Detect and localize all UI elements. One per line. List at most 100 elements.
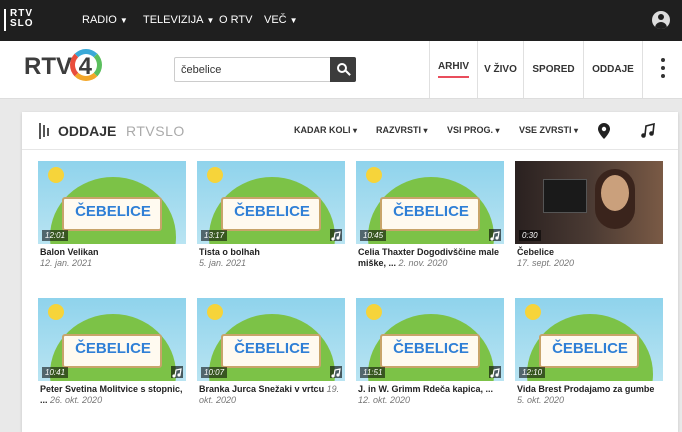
audio-badge-icon [171,366,183,378]
duration-label: 10:41 [42,367,69,378]
show-card[interactable]: ČEBELICE 10:41 Peter Svetina Molitvice s s… [38,298,186,418]
panel-subtitle: RTVSLO [126,123,185,139]
duration-label: 11:51 [360,367,386,378]
search-button[interactable] [330,57,356,82]
thumbnail-text: ČEBELICE [393,340,469,357]
rtv-mic-icon [39,123,49,139]
show-title-text: Branka Jurca Snežaki v vrtcu [199,384,325,394]
caret-down-icon: ▾ [353,126,358,135]
show-title[interactable]: Balon Velikan [40,247,186,258]
filter-label: RAZVRSTI [376,125,421,135]
audio-badge-icon [489,366,501,378]
show-thumbnail[interactable]: ČEBELICE 10:45 [356,161,504,244]
caret-down-icon: ▼ [119,15,128,25]
show-date: 5. jan. 2021 [199,258,247,268]
audio-badge-icon [330,229,342,241]
show-title[interactable]: Branka Jurca Snežaki v vrtcu 19. okt. 20… [199,384,345,406]
show-title-text: Tista o bolhah [199,247,260,257]
panel-title: ODDAJE [58,123,117,139]
filter-kadar-koli[interactable]: KADAR KOLI ▾ [294,125,357,135]
show-card[interactable]: ČEBELICE 12:10 Vida Brest Prodajamo za gum… [515,298,663,418]
filter-razvrsti[interactable]: RAZVRSTI ▾ [376,125,428,135]
show-thumbnail[interactable]: ČEBELICE 10:07 [197,298,345,381]
search-input[interactable] [181,58,331,81]
music-note-icon[interactable] [640,123,656,139]
thumbnail-text: ČEBELICE [75,203,151,220]
nav-oddaje[interactable]: ODDAJE [583,41,642,98]
thumbnail-text: ČEBELICE [234,203,310,220]
filter-vse-zvrsti[interactable]: VSE ZVRSTI ▾ [519,125,578,135]
show-date: 26. okt. 2020 [50,395,103,405]
filter-label: VSI PROG. [447,125,494,135]
caret-down-icon: ▾ [423,126,428,135]
show-thumbnail[interactable]: ČEBELICE 12:10 [515,298,663,381]
thumbnail-text: ČEBELICE [234,340,310,357]
panel-header: ODDAJE RTVSLO KADAR KOLI ▾ RAZVRSTI ▾ VS… [22,112,678,150]
nav-oddaje-label: ODDAJE [592,64,634,75]
nav-v-zivo-label: V ŽIVO [484,64,517,75]
show-thumbnail[interactable]: ČEBELICE 10:41 [38,298,186,381]
show-date: 5. okt. 2020 [517,395,565,405]
duration-label: 10:45 [360,230,387,241]
show-thumbnail[interactable]: ČEBELICE 12:01 [38,161,186,244]
show-date: 12. okt. 2020 [358,395,411,405]
show-card[interactable]: ČEBELICE 12:01 Balon Velikan 12. jan. 2021 [38,161,186,281]
audio-badge-icon [489,229,501,241]
search-box [174,57,356,82]
logo-mark [4,9,6,31]
nav-vec[interactable]: VEČ ▼ [264,14,298,26]
caret-down-icon: ▼ [206,15,215,25]
filter-label: KADAR KOLI [294,125,351,135]
filter-label: VSE ZVRSTI [519,125,572,135]
show-title[interactable]: Tista o bolhah [199,247,345,258]
nav-televizija-label: TELEVIZIJA [143,14,204,26]
filter-vsi-prog[interactable]: VSI PROG. ▾ [447,125,500,135]
show-title[interactable]: Vida Brest Prodajamo za gumbe 5. okt. 20… [517,384,663,406]
top-bar: RTV SLO RADIO ▼ TELEVIZIJA ▼ O RTV VEČ ▼ [0,0,682,41]
audio-badge-icon [330,366,342,378]
thumbnail-text: ČEBELICE [75,340,151,357]
show-date: 2. nov. 2020 [398,258,448,268]
caret-down-icon: ▾ [495,126,500,135]
caret-down-icon: ▼ [289,15,298,25]
nav-arhiv-label: ARHIV [437,61,470,78]
show-card[interactable]: 0:30 Čebelice 17. sept. 2020 [515,161,663,281]
show-title[interactable]: J. in W. Grimm Rdeča kapica, ... 12. okt… [358,384,504,406]
duration-label: 12:01 [42,230,69,241]
show-date: 17. sept. 2020 [517,258,575,268]
nav-spored[interactable]: SPORED [523,41,583,98]
nav-vec-label: VEČ [264,14,287,26]
logo-text-line2: SLO [10,18,34,29]
show-thumbnail[interactable]: ČEBELICE 11:51 [356,298,504,381]
channel-header: RTV 4 ARHIV V ŽIVO SPORED ODDAJE [0,41,682,99]
show-card[interactable]: ČEBELICE 10:07 Branka Jurca Snežaki v vrtc… [197,298,345,418]
nav-arhiv[interactable]: ARHIV [429,41,477,98]
nav-o-rtv[interactable]: O RTV [219,14,252,26]
show-card[interactable]: ČEBELICE 13:17 Tista o bolhah 5. jan. 2021 [197,161,345,281]
rtv4-ring-icon [70,49,102,81]
caret-down-icon: ▾ [574,126,579,135]
duration-label: 0:30 [519,230,541,241]
more-menu-icon[interactable] [642,41,682,98]
show-thumbnail[interactable]: ČEBELICE 13:17 [197,161,345,244]
nav-v-zivo[interactable]: V ŽIVO [477,41,523,98]
show-title-text: J. in W. Grimm Rdeča kapica, ... [358,384,494,394]
thumbnail-text: ČEBELICE [552,340,628,357]
show-title[interactable]: Celia Thaxter Dogodivščine male miške, .… [358,247,504,269]
nav-o-rtv-label: O RTV [219,14,253,26]
show-title-text: Vida Brest Prodajamo za gumbe [517,384,655,394]
thumbnail-text: ČEBELICE [393,203,469,220]
rtvslo-logo[interactable]: RTV SLO [4,9,34,31]
duration-label: 13:17 [201,230,228,241]
nav-radio[interactable]: RADIO ▼ [82,14,128,26]
duration-label: 10:07 [201,367,228,378]
user-icon[interactable] [652,11,670,29]
duration-label: 12:10 [519,367,546,378]
show-thumbnail[interactable]: 0:30 [515,161,663,244]
show-card[interactable]: ČEBELICE 10:45 Celia Thaxter Dogodivščine … [356,161,504,281]
location-pin-icon[interactable] [598,123,610,139]
show-card[interactable]: ČEBELICE 11:51 J. in W. Grimm Rdeča kapica… [356,298,504,418]
nav-televizija[interactable]: TELEVIZIJA ▼ [143,14,214,26]
show-title[interactable]: Peter Svetina Molitvice s stopnic, ... 2… [40,384,186,406]
show-title[interactable]: Čebelice [517,247,663,258]
